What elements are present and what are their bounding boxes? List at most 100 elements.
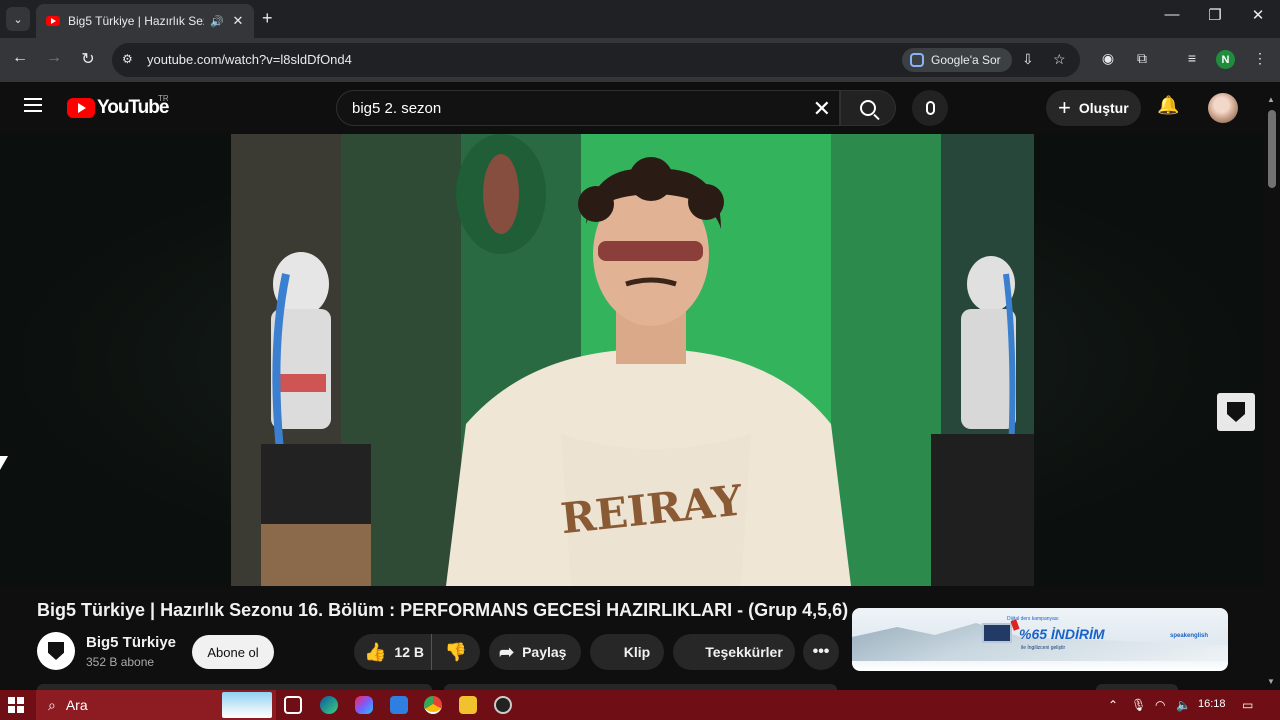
screen: ⌄ Big5 Türkiye | Hazırlık Sezonu 🔊 ✕ + —…	[0, 0, 1280, 720]
back-icon[interactable]: ←	[8, 49, 32, 67]
like-count: 12 B	[394, 644, 424, 660]
video-title: Big5 Türkiye | Hazırlık Sezonu 16. Bölüm…	[37, 600, 849, 620]
search-query[interactable]: big5 2. sezon	[352, 100, 441, 117]
chrome-icon[interactable]	[424, 696, 442, 714]
voice-search-button[interactable]	[912, 90, 948, 126]
new-tab-button[interactable]: +	[262, 8, 273, 29]
clip-button[interactable]: Klip	[590, 634, 664, 670]
notifications-bell-icon[interactable]: 🔔	[1157, 95, 1179, 116]
youtube-masthead: YouTube TR big5 2. sezon ✕ + Oluştur 🔔	[0, 82, 1264, 134]
video-player[interactable]: REIRAY	[0, 134, 1264, 586]
account-avatar[interactable]	[1208, 93, 1238, 123]
audio-playing-icon[interactable]: 🔊	[210, 15, 224, 28]
like-dislike-group: 👍 12 B 👎	[354, 634, 480, 670]
big5-shield-icon	[48, 642, 64, 660]
wifi-icon[interactable]: ◠	[1155, 698, 1165, 712]
edge-browser-icon[interactable]	[320, 696, 338, 714]
edge-copilot-icon[interactable]: ◉	[1098, 50, 1118, 67]
channel-avatar[interactable]	[37, 632, 75, 670]
google-lens-button[interactable]: Google'a Sor	[902, 48, 1012, 72]
search-icon: ⌕	[48, 696, 56, 713]
ad-top-text: Dijital ders kampanyası	[1007, 616, 1059, 622]
subscriber-count: 352 B abone	[86, 655, 155, 669]
microphone-icon	[925, 101, 935, 115]
scroll-down-arrow-icon[interactable]: ▼	[1267, 677, 1275, 686]
ad-headline: %65 İNDİRİM	[1019, 626, 1105, 642]
browser-toolbar: ← → ↻ ⚙ youtube.com/watch?v=l8sldDfOnd4 …	[0, 38, 1280, 82]
taskbar-search-label: Ara	[65, 697, 88, 713]
share-arrow-icon: ➦	[499, 641, 515, 662]
search-icon	[860, 100, 876, 116]
address-bar[interactable]: ⚙ youtube.com/watch?v=l8sldDfOnd4 Google…	[112, 43, 1080, 77]
extensions-icon[interactable]: ⧉	[1132, 50, 1152, 67]
channel-watermark-icon[interactable]	[1217, 393, 1255, 431]
clear-search-icon[interactable]: ✕	[813, 96, 831, 122]
task-view-icon[interactable]	[284, 696, 302, 714]
site-info-icon[interactable]: ⚙	[122, 52, 133, 66]
file-explorer-icon[interactable]	[459, 696, 477, 714]
ad-laptop-image	[982, 623, 1012, 643]
profile-avatar[interactable]: N	[1216, 50, 1235, 69]
share-label: Paylaş	[522, 644, 567, 660]
bookmark-star-icon[interactable]: ☆	[1053, 51, 1066, 68]
thumbs-down-icon: 👎	[444, 641, 468, 662]
ad-subtext: ile İngilizceni geliştir	[1021, 645, 1066, 651]
youtube-play-icon	[67, 98, 95, 118]
store-icon[interactable]	[390, 696, 408, 714]
copilot-icon[interactable]	[355, 696, 373, 714]
guide-menu-icon[interactable]	[24, 98, 42, 112]
microphone-tray-icon[interactable]: 🎙	[1131, 698, 1146, 712]
channel-name[interactable]: Big5 Türkiye	[86, 634, 176, 651]
thanks-button[interactable]: Teşekkürler	[673, 634, 795, 670]
address-url[interactable]: youtube.com/watch?v=l8sldDfOnd4	[147, 52, 352, 67]
more-actions-button[interactable]: •••	[803, 634, 839, 670]
window-close-button[interactable]: ✕	[1243, 6, 1273, 24]
like-button[interactable]: 👍 12 B	[354, 634, 432, 670]
browser-tabstrip: ⌄ Big5 Türkiye | Hazırlık Sezonu 🔊 ✕ + —…	[0, 0, 1280, 38]
tab-search-button[interactable]: ⌄	[6, 7, 30, 31]
plus-icon: +	[1058, 95, 1071, 120]
create-button[interactable]: + Oluştur	[1046, 90, 1141, 126]
thanks-label: Teşekkürler	[705, 644, 783, 660]
windows-start-icon[interactable]	[8, 697, 24, 713]
youtube-logo[interactable]: YouTube TR	[67, 94, 169, 119]
taskbar-search[interactable]: ⌕ Ara	[36, 690, 276, 720]
minimize-button[interactable]: —	[1157, 6, 1187, 23]
taskbar-clock[interactable]: 16:18	[1198, 698, 1226, 710]
thumbs-up-icon: 👍	[364, 641, 387, 662]
scrollbar-thumb[interactable]	[1268, 110, 1276, 188]
ad-banner[interactable]: Dijital ders kampanyası %65 İNDİRİM ile …	[852, 608, 1228, 671]
scroll-up-arrow-icon[interactable]: ▲	[1267, 95, 1275, 104]
video-frame[interactable]: REIRAY	[231, 134, 1034, 586]
search-button[interactable]	[840, 90, 896, 126]
search-input[interactable]: big5 2. sezon ✕	[336, 90, 840, 126]
obs-icon[interactable]	[494, 696, 512, 714]
big5-shield-icon	[1227, 402, 1245, 422]
install-app-icon[interactable]: ⇩	[1022, 51, 1034, 68]
subscribe-button[interactable]: Abone ol	[192, 635, 274, 669]
menu-dots-icon[interactable]: ⋮	[1250, 50, 1270, 67]
mouse-cursor-icon	[0, 456, 8, 470]
lens-label: Google'a Sor	[931, 53, 1001, 67]
close-tab-button[interactable]: ✕	[230, 13, 246, 29]
youtube-favicon-icon	[46, 16, 60, 26]
lens-icon	[910, 53, 924, 67]
notifications-icon[interactable]: ▭	[1242, 698, 1253, 712]
reload-icon[interactable]: ↻	[76, 49, 100, 69]
browser-tab-active[interactable]: Big5 Türkiye | Hazırlık Sezonu 🔊 ✕	[36, 4, 254, 38]
share-button[interactable]: ➦ Paylaş	[489, 634, 581, 670]
country-code: TR	[158, 94, 169, 103]
ad-brand-logo: speakenglish	[1170, 633, 1209, 639]
video-scene-image: REIRAY	[231, 134, 1034, 586]
volume-icon[interactable]: 🔈	[1176, 698, 1191, 712]
tab-title: Big5 Türkiye | Hazırlık Sezonu	[68, 14, 204, 28]
clip-label: Klip	[623, 644, 651, 660]
forward-icon[interactable]: →	[42, 49, 66, 67]
tray-overflow-icon[interactable]: ⌃	[1108, 698, 1118, 712]
create-label: Oluştur	[1078, 100, 1129, 116]
restore-button[interactable]: ❐	[1200, 6, 1230, 24]
media-control-icon[interactable]: ≡	[1182, 50, 1202, 66]
search-highlight-image	[222, 692, 272, 718]
dislike-button[interactable]: 👎	[432, 642, 480, 663]
windows-taskbar: ⌕ Ara ⌃ 🎙 ◠ 🔈 16:18 ▭	[0, 690, 1280, 720]
